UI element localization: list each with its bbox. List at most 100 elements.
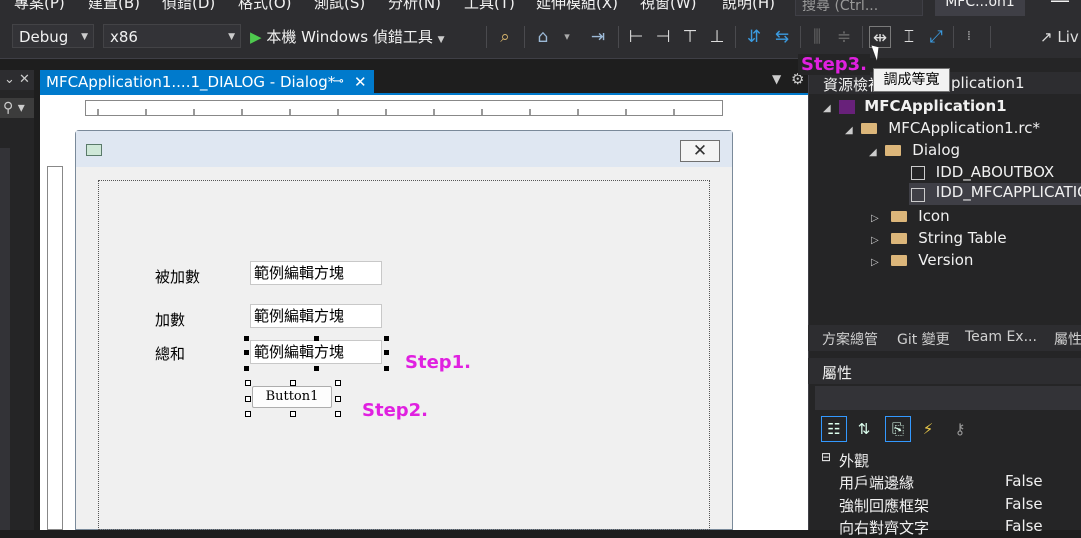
tree-icon-folder[interactable]: ▷ Icon [871,207,950,225]
dialog-title-bar [76,131,732,167]
step-icon[interactable]: ⇥ [587,26,609,48]
events-icon[interactable]: ⚡ [915,416,941,442]
share-icon: ↗ [1040,28,1053,46]
menu-build[interactable]: 建置(B) [88,0,140,13]
search-icon[interactable]: ⚲ ▾ [0,98,34,118]
align-left-icon[interactable]: ⊢ [625,26,647,48]
resize-handle[interactable] [384,350,389,355]
folder-open-icon [885,145,902,156]
tree-rc-file[interactable]: ◢ MFCApplication1.rc* [845,119,1040,137]
align-right-icon[interactable]: ⊣ [652,26,674,48]
edit-augend[interactable]: 範例編輯方塊 [250,261,382,285]
space-across-icon[interactable]: ⫼ [806,26,828,48]
menu-format[interactable]: 格式(O) [238,0,292,13]
tab-team-explorer[interactable]: Team Ex... [965,329,1037,345]
tree-item-main-dialog[interactable]: IDD_MFCAPPLICATIO [909,183,1081,205]
open-folder-icon[interactable]: ⌕ [494,26,516,48]
minimize-icon[interactable]: — [1050,0,1070,12]
property-row[interactable]: 強制回應框架 False [815,493,1081,515]
tree-stringtable-folder[interactable]: ▷ String Table [871,229,1007,247]
align-top-icon[interactable]: ⊤ [679,26,701,48]
live-share-label: Liv [1057,28,1079,46]
config-combo[interactable]: Debug ▼ [12,24,94,48]
tab-properties[interactable]: 屬性 [1054,329,1081,349]
resize-handle[interactable] [290,411,296,417]
menu-help[interactable]: 說明(H) [722,0,775,13]
platform-value: x86 [110,28,138,46]
resize-handle[interactable] [314,366,319,371]
property-category[interactable]: ⊟ 外觀 [815,448,1081,470]
platform-combo[interactable]: x86 ▼ [103,24,241,48]
make-same-size-icon[interactable]: ⤢ [925,26,947,48]
tab-overflow-icon[interactable]: ▼ [772,72,781,86]
resize-handle[interactable] [335,396,341,402]
edit-addend[interactable]: 範例編輯方塊 [250,304,382,328]
collapse-icon: ⊟ [821,450,832,464]
dialog-resource-icon [911,187,925,202]
resize-handle[interactable] [384,336,389,341]
tree-item-aboutbox[interactable]: IDD_ABOUTBOX [911,163,1054,181]
tree-version-folder[interactable]: ▷ Version [871,251,973,269]
menu-extensions[interactable]: 延伸模組(X) [536,0,618,13]
chevron-down-icon: ▼ [228,32,235,42]
resize-handle[interactable] [244,350,249,355]
tree-root-label: MFCApplication1 [864,97,1007,115]
make-same-height-icon[interactable]: ⌶ [898,26,920,48]
dialog-close-button[interactable]: ✕ [680,140,720,162]
search-input[interactable]: 搜尋 (Ctrl... [795,0,923,16]
menu-project[interactable]: 專案(P) [14,0,65,13]
space-down-icon[interactable]: ≑ [833,26,855,48]
resize-handle[interactable] [335,411,341,417]
tab-git-changes[interactable]: Git 變更 [897,329,950,349]
run-button[interactable]: ▶ 本機 Windows 偵錯工具 ▼ [250,24,458,50]
live-share-button[interactable]: ↗ Liv [1040,28,1079,46]
pin-icon[interactable]: ⊸ [333,70,344,94]
resize-handle[interactable] [335,380,341,386]
menu-debug[interactable]: 偵錯(D) [162,0,215,13]
step2-annotation: Step2. [362,400,429,421]
tree-dialog-folder[interactable]: ◢ Dialog [869,141,960,159]
grid-icon[interactable]: ⁞ [958,26,980,48]
overrides-icon[interactable]: ⚷ [947,416,973,442]
folder-icon [891,211,908,222]
button1-control[interactable]: Button1 [252,386,332,408]
resize-handle[interactable] [314,336,319,341]
property-value[interactable]: False [1005,472,1043,490]
property-value[interactable]: False [1005,517,1043,535]
resize-handle[interactable] [245,411,251,417]
property-row[interactable]: 向右對齊文字 False [815,515,1081,537]
tab-dialog-editor[interactable]: MFCApplication1....1_DIALOG - Dialog* ⊸ … [40,70,374,94]
collapsed-icon: ▷ [871,257,879,268]
center-vertical-icon[interactable]: ⇵ [743,26,765,48]
resize-handle[interactable] [245,396,251,402]
menu-tools[interactable]: 工具(T) [464,0,515,13]
play-icon: ▶ [250,28,262,46]
property-value[interactable]: False [1005,495,1043,513]
vertical-ruler [47,166,63,530]
alphabetical-icon[interactable]: ⇅ [851,416,877,442]
properties-icon[interactable]: ⎘ [885,416,911,442]
align-bottom-icon[interactable]: ⊥ [706,26,728,48]
categorized-icon[interactable]: ☷ [821,416,847,442]
resize-handle[interactable] [244,366,249,371]
property-row[interactable]: 用戶端邊緣 False [815,470,1081,492]
dropdown-icon[interactable]: ▾ [556,26,578,48]
tree-root[interactable]: ◢ MFCApplication1 [823,97,1007,115]
menu-analyze[interactable]: 分析(N) [388,0,441,13]
tooltip: 調成等寬 [873,68,950,92]
home-icon[interactable]: ⌂ [532,26,554,48]
resize-handle[interactable] [244,336,249,341]
resize-handle[interactable] [245,380,251,386]
menu-window[interactable]: 視窗(W) [640,0,697,13]
center-horizontal-icon[interactable]: ⇆ [771,26,793,48]
close-icon[interactable]: ✕ [354,70,367,94]
properties-object-selector[interactable] [815,386,1081,410]
tree-rc-label: MFCApplication1.rc* [888,119,1041,137]
edit-sum[interactable]: 範例編輯方塊 [250,340,382,364]
auto-hide-icon[interactable]: ⌄ ✕ [0,70,34,90]
tab-solution-explorer[interactable]: 方案總管 [822,329,878,349]
resize-handle[interactable] [384,366,389,371]
collapsed-icon: ▷ [871,235,879,246]
menu-test[interactable]: 測試(S) [314,0,365,13]
label-addend: 加數 [155,311,186,329]
